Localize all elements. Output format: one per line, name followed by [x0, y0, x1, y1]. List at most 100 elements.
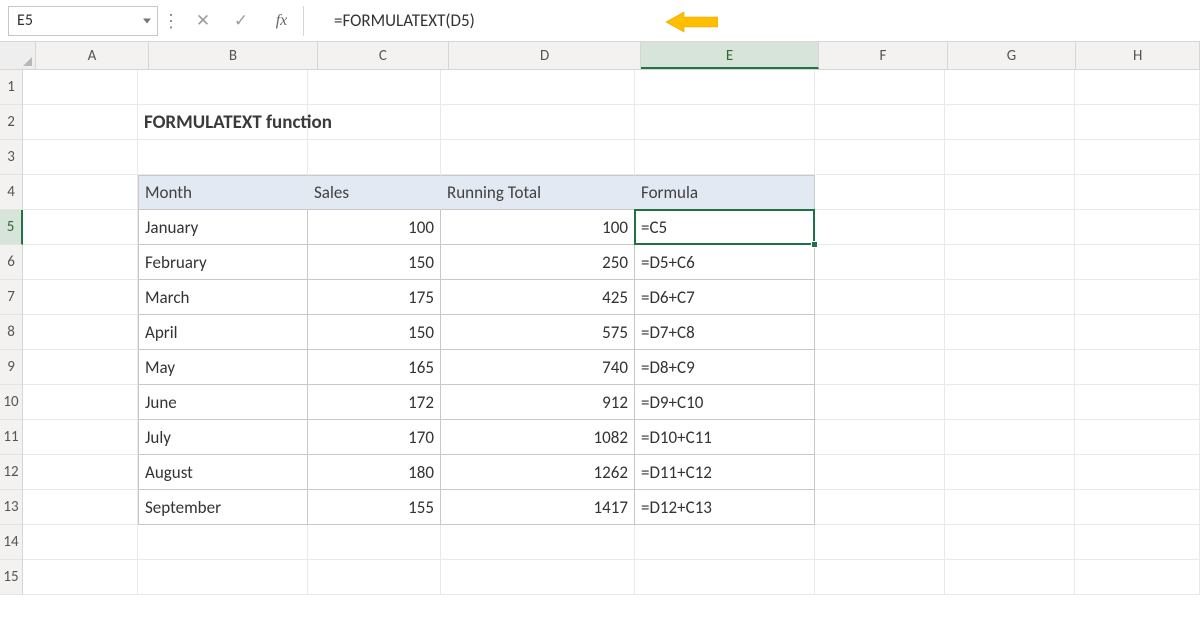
- header-sales[interactable]: Sales: [308, 175, 441, 210]
- cell[interactable]: [308, 560, 441, 595]
- cell[interactable]: [1075, 280, 1200, 315]
- cell[interactable]: [23, 560, 138, 595]
- row-header-11[interactable]: 11: [0, 420, 23, 455]
- cell[interactable]: [23, 525, 138, 560]
- cell[interactable]: [23, 490, 138, 525]
- cell[interactable]: [1075, 560, 1200, 595]
- cell[interactable]: [945, 560, 1075, 595]
- cell-running[interactable]: 425: [441, 280, 635, 315]
- cell-month[interactable]: January: [138, 210, 308, 245]
- cell[interactable]: [945, 315, 1075, 350]
- row-header-5[interactable]: 5: [0, 210, 23, 245]
- cell-formula[interactable]: =D12+C13: [635, 490, 815, 525]
- page-title[interactable]: FORMULATEXT function: [138, 105, 308, 140]
- cell[interactable]: [815, 490, 945, 525]
- cell[interactable]: [815, 525, 945, 560]
- cell-month[interactable]: July: [138, 420, 308, 455]
- cell-running[interactable]: 1262: [441, 455, 635, 490]
- cell[interactable]: [23, 350, 138, 385]
- cell[interactable]: [441, 70, 635, 105]
- chevron-down-icon[interactable]: [143, 18, 151, 23]
- cell[interactable]: [945, 70, 1075, 105]
- cell[interactable]: [23, 140, 138, 175]
- cell[interactable]: [815, 70, 945, 105]
- cell-month[interactable]: May: [138, 350, 308, 385]
- cell[interactable]: [308, 140, 441, 175]
- cell-formula[interactable]: =D10+C11: [635, 420, 815, 455]
- cell[interactable]: [441, 560, 635, 595]
- name-box[interactable]: E5: [8, 6, 158, 36]
- row-header-2[interactable]: 2: [0, 105, 23, 140]
- cell[interactable]: [945, 490, 1075, 525]
- cell[interactable]: [1075, 70, 1200, 105]
- cell-month[interactable]: June: [138, 385, 308, 420]
- confirm-button[interactable]: ✓: [222, 6, 260, 36]
- row-header-1[interactable]: 1: [0, 70, 23, 105]
- row-header-13[interactable]: 13: [0, 490, 23, 525]
- cell-formula[interactable]: =D11+C12: [635, 455, 815, 490]
- col-header-e[interactable]: E: [641, 42, 819, 69]
- cell-month[interactable]: February: [138, 245, 308, 280]
- row-header-4[interactable]: 4: [0, 175, 23, 210]
- cell[interactable]: [945, 455, 1075, 490]
- cell[interactable]: [308, 70, 441, 105]
- cell-sales[interactable]: 172: [308, 385, 441, 420]
- cell-month[interactable]: April: [138, 315, 308, 350]
- cell-formula[interactable]: =D8+C9: [635, 350, 815, 385]
- cell[interactable]: [945, 525, 1075, 560]
- row-header-9[interactable]: 9: [0, 350, 23, 385]
- cell[interactable]: [308, 105, 441, 140]
- cell[interactable]: [945, 420, 1075, 455]
- cell-formula[interactable]: =D9+C10: [635, 385, 815, 420]
- cell[interactable]: [1075, 140, 1200, 175]
- cell[interactable]: [815, 455, 945, 490]
- cell[interactable]: [815, 175, 945, 210]
- cell-running[interactable]: 1417: [441, 490, 635, 525]
- fill-handle[interactable]: [811, 241, 818, 248]
- cell[interactable]: [815, 350, 945, 385]
- cell-running[interactable]: 912: [441, 385, 635, 420]
- cell[interactable]: [441, 105, 635, 140]
- formula-input[interactable]: =FORMULATEXT(D5): [318, 6, 1200, 36]
- cell-sales[interactable]: 180: [308, 455, 441, 490]
- cell[interactable]: [23, 280, 138, 315]
- cell[interactable]: [23, 175, 138, 210]
- cell[interactable]: [138, 560, 308, 595]
- cell-sales[interactable]: 155: [308, 490, 441, 525]
- row-header-12[interactable]: 12: [0, 455, 23, 490]
- cell[interactable]: [138, 525, 308, 560]
- cell[interactable]: [1075, 490, 1200, 525]
- cell[interactable]: [815, 560, 945, 595]
- cell[interactable]: [1075, 385, 1200, 420]
- cell[interactable]: [138, 70, 308, 105]
- cell[interactable]: [1075, 455, 1200, 490]
- row-header-15[interactable]: 15: [0, 560, 23, 595]
- cell[interactable]: [815, 315, 945, 350]
- cell[interactable]: [945, 245, 1075, 280]
- cell[interactable]: [635, 560, 815, 595]
- cell[interactable]: [635, 70, 815, 105]
- cell[interactable]: [635, 525, 815, 560]
- cell-month[interactable]: August: [138, 455, 308, 490]
- cell[interactable]: [815, 280, 945, 315]
- cell-formula[interactable]: =C5: [635, 210, 815, 245]
- col-header-f[interactable]: F: [819, 42, 948, 69]
- cell[interactable]: [308, 525, 441, 560]
- cell-formula[interactable]: =D7+C8: [635, 315, 815, 350]
- cell[interactable]: [1075, 315, 1200, 350]
- row-header-7[interactable]: 7: [0, 280, 23, 315]
- cell[interactable]: [23, 245, 138, 280]
- cell[interactable]: [138, 140, 308, 175]
- cell[interactable]: [1075, 105, 1200, 140]
- cell[interactable]: [23, 455, 138, 490]
- cell-sales[interactable]: 150: [308, 315, 441, 350]
- cell[interactable]: [815, 140, 945, 175]
- cell-formula[interactable]: =D6+C7: [635, 280, 815, 315]
- cell[interactable]: [23, 105, 138, 140]
- cell[interactable]: [945, 210, 1075, 245]
- row-header-14[interactable]: 14: [0, 525, 23, 560]
- row-header-6[interactable]: 6: [0, 245, 23, 280]
- cell-running[interactable]: 250: [441, 245, 635, 280]
- col-header-h[interactable]: H: [1076, 42, 1200, 69]
- cell-sales[interactable]: 150: [308, 245, 441, 280]
